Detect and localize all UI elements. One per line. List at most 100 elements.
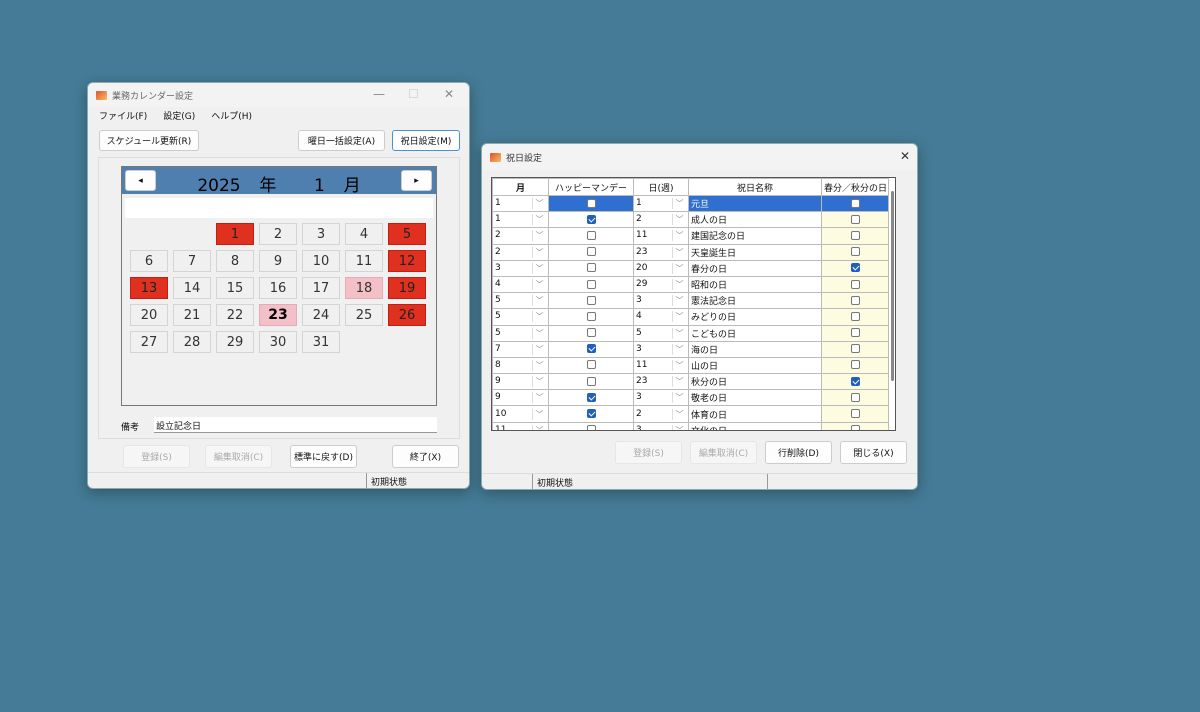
day-select[interactable]: 3 ﹀	[633, 421, 689, 430]
equinox-checkbox[interactable]	[850, 230, 860, 240]
exit-button[interactable]: 終了(X)	[392, 445, 459, 468]
calendar-day-24[interactable]: 24	[302, 304, 340, 326]
day-select[interactable]: 4 ﹀	[633, 308, 689, 326]
month-select[interactable]: 9 ﹀	[492, 373, 549, 391]
calendar-day-18[interactable]: 18	[345, 277, 383, 299]
cancel-edit-button[interactable]: 編集取消(C)	[690, 441, 757, 464]
chevron-down-icon[interactable]: ﹀	[532, 311, 546, 323]
equinox-checkbox[interactable]	[850, 344, 860, 354]
month-select[interactable]: 7 ﹀	[492, 340, 549, 358]
chevron-down-icon[interactable]: ﹀	[532, 198, 546, 210]
calendar-day-6[interactable]: 6	[130, 250, 168, 272]
happy-monday-checkbox[interactable]	[586, 425, 596, 430]
chevron-down-icon[interactable]: ﹀	[672, 359, 686, 371]
happy-monday-checkbox[interactable]	[586, 279, 596, 289]
chevron-down-icon[interactable]: ﹀	[532, 279, 546, 291]
holiday-settings-button[interactable]: 祝日設定(M)	[392, 130, 460, 151]
minimize-button[interactable]: —	[373, 87, 385, 101]
calendar-day-21[interactable]: 21	[173, 304, 211, 326]
equinox-checkbox[interactable]	[850, 214, 860, 224]
holiday-name-cell[interactable]: 建国記念の日	[688, 227, 822, 245]
table-row[interactable]: 1 ﹀ 2 ﹀ 成人の日	[492, 211, 889, 229]
chevron-down-icon[interactable]: ﹀	[532, 376, 546, 388]
month-select[interactable]: 5 ﹀	[492, 308, 549, 326]
day-select[interactable]: 23 ﹀	[633, 243, 689, 261]
chevron-down-icon[interactable]: ﹀	[672, 295, 686, 307]
menu-file[interactable]: ファイル(F)	[99, 109, 147, 122]
holiday-name-cell[interactable]: 海の日	[688, 340, 822, 358]
menu-help[interactable]: ヘルプ(H)	[211, 109, 252, 122]
reset-default-button[interactable]: 標準に戻す(D)	[290, 445, 357, 468]
day-select[interactable]: 2 ﹀	[633, 405, 689, 423]
table-row[interactable]: 4 ﹀ 29 ﹀ 昭和の日	[492, 275, 889, 294]
calendar-day-8[interactable]: 8	[216, 250, 254, 272]
scrollbar[interactable]	[891, 191, 894, 381]
table-row[interactable]: 11﹀3﹀文化の日	[492, 421, 889, 430]
table-row[interactable]: 9 ﹀ 3 ﹀ 敬老の日	[492, 389, 889, 407]
holiday-name-cell[interactable]: 秋分の日	[688, 373, 822, 391]
equinox-checkbox[interactable]	[850, 409, 860, 419]
month-select[interactable]: 10 ﹀	[492, 405, 549, 423]
calendar-day-13[interactable]: 13	[130, 277, 168, 299]
col-equinox[interactable]: 春分／秋分の日	[821, 178, 889, 196]
chevron-down-icon[interactable]: ﹀	[532, 214, 546, 226]
happy-monday-checkbox[interactable]	[586, 247, 596, 257]
equinox-checkbox[interactable]	[850, 311, 860, 321]
calendar-day-29[interactable]: 29	[216, 331, 254, 353]
holiday-name-cell[interactable]: 昭和の日	[688, 275, 822, 294]
equinox-checkbox[interactable]	[850, 198, 860, 208]
happy-monday-checkbox[interactable]	[586, 392, 596, 402]
calendar-day-20[interactable]: 20	[130, 304, 168, 326]
calendar-day-5[interactable]: 5	[388, 223, 426, 245]
table-row[interactable]: 1 ﹀ 1 ﹀ 元旦	[492, 194, 889, 213]
happy-monday-checkbox[interactable]	[586, 360, 596, 370]
holiday-name-cell[interactable]: 元旦	[688, 194, 822, 213]
day-select[interactable]: 2 ﹀	[633, 211, 689, 229]
calendar-day-11[interactable]: 11	[345, 250, 383, 272]
delete-row-button[interactable]: 行削除(D)	[765, 441, 832, 464]
equinox-checkbox[interactable]	[850, 360, 860, 370]
col-happy-monday[interactable]: ハッピーマンデー	[548, 178, 634, 196]
chevron-down-icon[interactable]: ﹀	[532, 424, 546, 430]
calendar-day-19[interactable]: 19	[388, 277, 426, 299]
holiday-name-cell[interactable]: 天皇誕生日	[688, 243, 822, 261]
chevron-down-icon[interactable]: ﹀	[532, 343, 546, 355]
calendar-day-10[interactable]: 10	[302, 250, 340, 272]
table-row[interactable]: 5 ﹀ 4 ﹀ みどりの日	[492, 308, 889, 326]
holiday-name-cell[interactable]: 山の日	[688, 356, 822, 375]
holiday-name-cell[interactable]: みどりの日	[688, 308, 822, 326]
chevron-down-icon[interactable]: ﹀	[672, 327, 686, 339]
month-select[interactable]: 11 ﹀	[492, 421, 549, 430]
chevron-down-icon[interactable]: ﹀	[532, 408, 546, 420]
close-button[interactable]: ✕	[900, 149, 910, 163]
calendar-day-31[interactable]: 31	[302, 331, 340, 353]
chevron-down-icon[interactable]: ﹀	[532, 295, 546, 307]
calendar-day-27[interactable]: 27	[130, 331, 168, 353]
weekday-bulk-button[interactable]: 曜日一括設定(A)	[298, 130, 385, 151]
calendar-day-3[interactable]: 3	[302, 223, 340, 245]
calendar-day-28[interactable]: 28	[173, 331, 211, 353]
holiday-name-cell[interactable]: 体育の日	[688, 405, 822, 423]
chevron-down-icon[interactable]: ﹀	[672, 311, 686, 323]
calendar-day-17[interactable]: 17	[302, 277, 340, 299]
calendar-day-26[interactable]: 26	[388, 304, 426, 326]
table-row[interactable]: 10 ﹀ 2 ﹀ 体育の日	[492, 405, 889, 423]
chevron-down-icon[interactable]: ﹀	[672, 214, 686, 226]
day-select[interactable]: 3 ﹀	[633, 389, 689, 407]
table-row[interactable]: 5 ﹀ 5 ﹀ こどもの日	[492, 324, 889, 342]
close-button[interactable]: ✕	[444, 87, 454, 101]
equinox-checkbox[interactable]	[850, 295, 860, 305]
month-select[interactable]: 2 ﹀	[492, 243, 549, 261]
chevron-down-icon[interactable]: ﹀	[672, 343, 686, 355]
table-row[interactable]: 3 ﹀ 20 ﹀ 春分の日	[492, 259, 889, 277]
calendar-day-30[interactable]: 30	[259, 331, 297, 353]
holiday-name-cell[interactable]: 春分の日	[688, 259, 822, 277]
calendar-day-2[interactable]: 2	[259, 223, 297, 245]
equinox-checkbox[interactable]	[850, 376, 860, 386]
calendar-day-15[interactable]: 15	[216, 277, 254, 299]
equinox-checkbox[interactable]	[850, 279, 860, 289]
month-select[interactable]: 8 ﹀	[492, 356, 549, 375]
month-select[interactable]: 5 ﹀	[492, 324, 549, 342]
month-select[interactable]: 5 ﹀	[492, 292, 549, 310]
chevron-down-icon[interactable]: ﹀	[672, 408, 686, 420]
